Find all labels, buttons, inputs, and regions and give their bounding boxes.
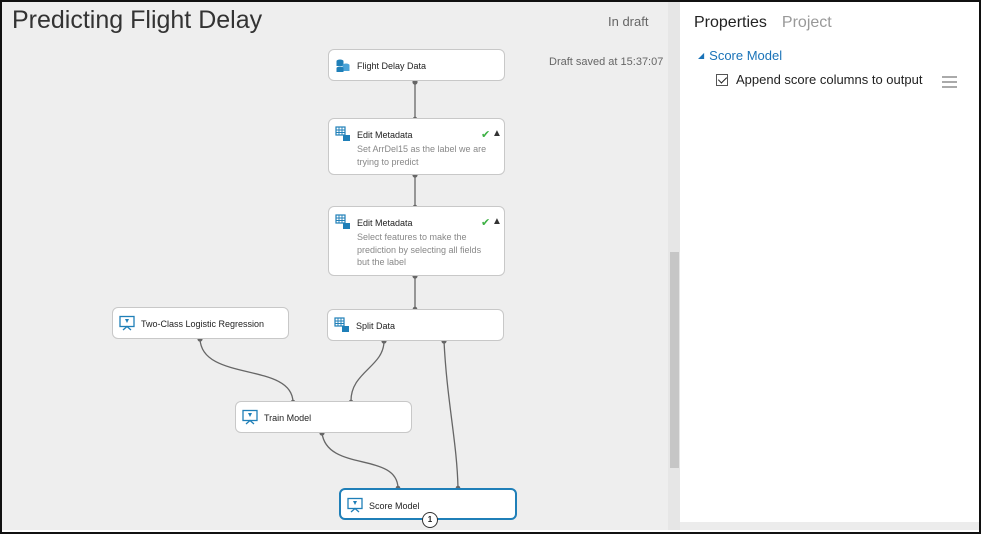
wire-split-to-train: [350, 340, 385, 403]
tab-properties[interactable]: Properties: [694, 14, 767, 32]
module-title: Flight Delay Data: [357, 61, 427, 71]
collapse-caret-icon[interactable]: ▲: [492, 128, 502, 139]
table-icon: [335, 126, 350, 141]
collapse-triangle-icon: ◢: [698, 51, 705, 60]
experiment-canvas[interactable]: Predicting Flight Delay In draft Draft s…: [2, 2, 668, 530]
module-train-model[interactable]: Train Model: [235, 401, 412, 433]
append-score-columns-option: Append score columns to output: [716, 72, 922, 87]
wire-split-to-score: [443, 340, 459, 489]
collapse-caret-icon[interactable]: ▲: [492, 216, 502, 227]
model-icon: [242, 409, 258, 425]
module-score-model[interactable]: Score Model 1: [339, 488, 517, 528]
module-title: Edit Metadata: [357, 130, 413, 140]
module-edit-metadata-1[interactable]: Edit Metadata ✔ ▲ Set ArrDel15 as the la…: [328, 118, 505, 175]
panel-footer: [680, 522, 979, 530]
module-title: Score Model: [369, 501, 420, 511]
menu-icon[interactable]: [942, 76, 957, 88]
canvas-scrollbar-thumb[interactable]: [670, 252, 679, 468]
module-title: Edit Metadata: [357, 218, 413, 228]
table-icon: [335, 214, 350, 229]
module-flight-delay-data[interactable]: Flight Delay Data: [328, 49, 505, 81]
wire-lr-to-train: [199, 338, 294, 403]
module-two-class-logistic-regression[interactable]: Two-Class Logistic Regression: [112, 307, 289, 339]
wire-train-to-score: [321, 432, 399, 489]
checkmark-icon: ✔: [481, 129, 491, 141]
module-split-data[interactable]: Split Data: [327, 309, 504, 341]
module-description: Set ArrDel15 as the label we are trying …: [357, 144, 487, 167]
model-icon: [119, 315, 135, 331]
append-score-columns-checkbox[interactable]: [716, 73, 728, 86]
module-title: Train Model: [264, 413, 312, 423]
checkmark-icon: ✔: [481, 217, 491, 229]
option-label: Append score columns to output: [736, 72, 923, 87]
section-title: Score Model: [709, 48, 783, 63]
tab-project[interactable]: Project: [782, 14, 832, 32]
section-score-model[interactable]: ◢ Score Model: [698, 48, 782, 63]
module-edit-metadata-2[interactable]: Edit Metadata ✔ ▲ Select features to mak…: [328, 206, 505, 276]
properties-panel: Properties Project ◢ Score Model Append …: [680, 2, 979, 524]
output-port-badge[interactable]: 1: [422, 512, 438, 528]
module-title: Split Data: [356, 321, 396, 331]
table-icon: [334, 317, 349, 332]
module-description: Select features to make the prediction b…: [357, 232, 482, 267]
model-icon: [347, 497, 363, 513]
dataset-icon: [336, 59, 350, 72]
module-title: Two-Class Logistic Regression: [141, 319, 265, 329]
panel-tabs: Properties Project: [694, 14, 832, 32]
